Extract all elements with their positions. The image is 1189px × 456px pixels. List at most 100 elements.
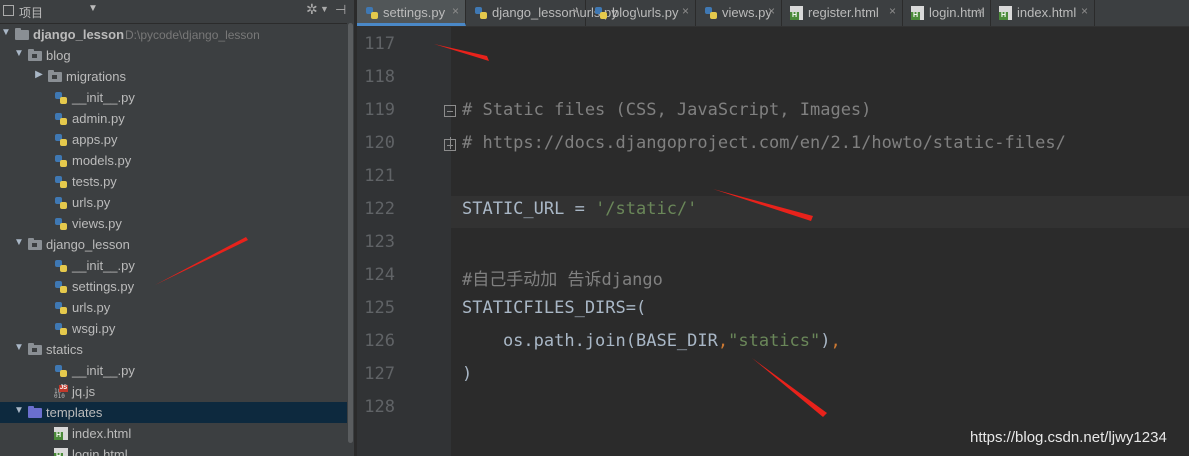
editor-tab[interactable]: Hindex.html × xyxy=(991,0,1095,26)
close-icon[interactable]: × xyxy=(452,4,459,18)
code-line[interactable]: STATIC_URL = '/static/' xyxy=(462,199,697,219)
python-file-icon xyxy=(594,6,608,20)
editor-tab[interactable]: settings.py × xyxy=(357,0,466,26)
code-line[interactable]: ) xyxy=(462,364,472,384)
code-line[interactable]: # Static files (CSS, JavaScript, Images) xyxy=(462,100,871,120)
tree-item[interactable]: ▼ statics xyxy=(0,339,347,360)
tree-item[interactable]: admin.py xyxy=(0,108,347,129)
tree-item[interactable]: ▼ blog xyxy=(0,45,347,66)
tree-item[interactable]: wsgi.py xyxy=(0,318,347,339)
python-icon-part xyxy=(60,181,67,188)
line-number: 128 xyxy=(364,397,395,417)
code-line[interactable]: # https://docs.djangoproject.com/en/2.1/… xyxy=(462,133,1066,153)
string-literal: '/static/' xyxy=(595,199,698,219)
close-icon[interactable]: × xyxy=(977,4,984,18)
tree-item[interactable]: ▼ django_lesson xyxy=(0,234,347,255)
scrollbar-thumb[interactable] xyxy=(348,23,353,443)
tree-item[interactable]: __init__.py xyxy=(0,87,347,108)
tree-item[interactable]: ▶ migrations xyxy=(0,66,347,87)
tree-item-label: tests.py xyxy=(72,174,117,189)
tree-item[interactable]: Hindex.html xyxy=(0,423,347,444)
view-selector-dropdown-icon[interactable]: ▼ xyxy=(88,3,98,14)
tree-item[interactable]: ▼ django_lesson D:\pycode\django_lesson xyxy=(0,24,347,45)
tree-item[interactable]: urls.py xyxy=(0,192,347,213)
gear-icon[interactable]: ✲ xyxy=(306,1,318,18)
tree-item[interactable]: models.py xyxy=(0,150,347,171)
tree-item-label: urls.py xyxy=(72,195,111,210)
tab-label: register.html xyxy=(808,5,879,20)
python-file-icon xyxy=(54,91,68,104)
close-icon[interactable]: × xyxy=(1081,4,1088,18)
tree-item-label: urls.py xyxy=(72,300,111,315)
tree-item[interactable]: apps.py xyxy=(0,129,347,150)
python-file-icon xyxy=(54,217,68,230)
close-icon[interactable]: × xyxy=(682,4,689,18)
gear-dropdown-icon[interactable]: ▼ xyxy=(320,4,329,14)
tree-item[interactable]: ▼ templates xyxy=(0,402,347,423)
html-file-icon: H xyxy=(911,6,924,20)
tree-item[interactable]: views.py xyxy=(0,213,347,234)
python-icon-part xyxy=(60,160,67,167)
editor-tab[interactable]: views.py × xyxy=(696,0,782,26)
collapsed-arrow-icon[interactable]: ▶ xyxy=(34,69,44,80)
fold-end-icon[interactable] xyxy=(444,139,458,153)
expanded-arrow-icon[interactable]: ▼ xyxy=(14,237,24,248)
code-editor[interactable]: 117 118 119 120 121 122 123 124 125 126 127 128 # S… xyxy=(357,27,1189,456)
python-icon-part xyxy=(60,370,67,377)
editor-tab[interactable]: blog\urls.py × xyxy=(586,0,696,26)
tree-item[interactable]: urls.py xyxy=(0,297,347,318)
expanded-arrow-icon[interactable]: ▼ xyxy=(14,48,24,59)
expanded-arrow-icon[interactable]: ▼ xyxy=(1,27,11,38)
editor-tab[interactable]: Hlogin.html × xyxy=(903,0,991,26)
tree-item-label: django_lesson xyxy=(46,237,130,252)
editor-tab[interactable]: Hregister.html × xyxy=(782,0,903,26)
fold-start-icon[interactable] xyxy=(444,105,458,119)
tree-item-label: templates xyxy=(46,405,103,420)
close-icon[interactable]: × xyxy=(889,4,896,18)
close-icon[interactable]: × xyxy=(572,4,579,18)
line-number: 124 xyxy=(364,265,395,285)
python-icon-part xyxy=(60,307,67,314)
python-file-icon xyxy=(54,133,68,146)
templates-folder-icon xyxy=(28,406,42,418)
python-file-icon xyxy=(54,112,68,125)
tab-label: views.py xyxy=(722,5,772,20)
tree-item-label: blog xyxy=(46,48,71,63)
comma-token: , xyxy=(717,331,729,351)
editor-tab-bar: settings.py × django_lesson\urls.py × blog\u… xyxy=(357,0,1189,27)
tree-item[interactable]: 10 010 JS jq.js xyxy=(0,381,347,402)
project-panel-scrollbar[interactable] xyxy=(347,23,354,456)
expanded-arrow-icon[interactable]: ▼ xyxy=(14,342,24,353)
code-line[interactable]: STATICFILES_DIRS=( xyxy=(462,298,646,318)
line-number: 126 xyxy=(364,331,395,351)
line-number: 119 xyxy=(364,100,395,120)
tab-label: blog\urls.py xyxy=(612,5,679,20)
tree-item[interactable]: settings.py xyxy=(0,276,347,297)
js-icon-badge: JS xyxy=(59,385,68,392)
python-file-icon xyxy=(54,301,68,314)
python-file-icon xyxy=(54,175,68,188)
tab-label: index.html xyxy=(1017,5,1077,20)
editor-tab[interactable]: django_lesson\urls.py × xyxy=(466,0,618,26)
tree-item[interactable]: Hlogin.html xyxy=(0,444,347,456)
code-line[interactable]: #自己手动加 告诉django xyxy=(462,265,663,290)
tree-item[interactable]: tests.py xyxy=(0,171,347,192)
tree-item[interactable]: __init__.py xyxy=(0,360,347,381)
python-icon-part xyxy=(60,265,67,272)
tree-item-label: models.py xyxy=(72,153,132,168)
line-number: 121 xyxy=(364,166,395,186)
python-file-icon xyxy=(54,259,68,272)
hide-panel-icon[interactable]: ⊣ xyxy=(335,2,346,18)
python-icon-part xyxy=(600,12,607,19)
close-icon[interactable]: × xyxy=(768,4,775,18)
tree-item[interactable]: __init__.py xyxy=(0,255,347,276)
code-line[interactable]: os.path.join(BASE_DIR,"statics"), xyxy=(462,331,841,351)
python-file-icon xyxy=(54,322,68,335)
tree-item-label: views.py xyxy=(72,216,122,231)
project-panel-title: 项目 xyxy=(19,6,44,20)
line-number: 118 xyxy=(364,67,395,87)
expanded-arrow-icon[interactable]: ▼ xyxy=(14,405,24,416)
html-icon-badge: H xyxy=(54,432,63,440)
tree-item-label: apps.py xyxy=(72,132,118,147)
line-number: 125 xyxy=(364,298,395,318)
